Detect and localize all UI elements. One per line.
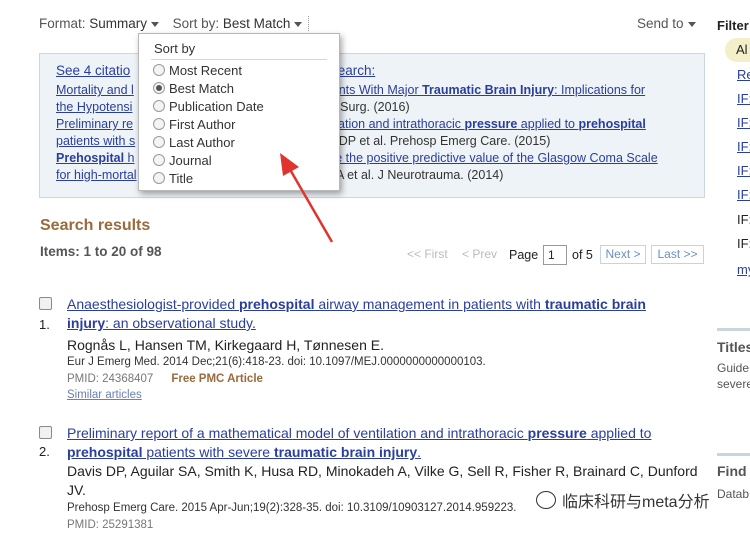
filter-item[interactable]: IF: — [737, 91, 750, 106]
filter-heading: Filter — [717, 18, 749, 33]
search-results-heading: Search results — [40, 217, 151, 234]
result-pmid: PMID: 25291381 — [67, 519, 154, 531]
result-title-link[interactable]: Preliminary report of a mathematical mod… — [67, 424, 651, 443]
result-number: 2. — [39, 444, 50, 459]
free-pmc-article-link[interactable]: Free PMC Article — [171, 373, 263, 385]
radio-icon[interactable] — [153, 64, 165, 76]
sort-menu-title: Sort by — [154, 41, 196, 56]
citation-source: r A et al. J Neurotrauma. (2014) — [329, 168, 504, 182]
page-label: Page — [509, 248, 539, 262]
sort-option-first-author[interactable]: First Author — [153, 117, 235, 132]
filter-item[interactable]: IF: — [737, 163, 750, 178]
result-checkbox[interactable] — [39, 426, 52, 439]
result-source: Prehosp Emerg Care. 2015 Apr-Jun;19(2):3… — [67, 502, 517, 514]
sort-option-best-match[interactable]: Best Match — [153, 81, 234, 96]
result-authors: Davis DP, Aguilar SA, Smith K, Husa RD, … — [67, 463, 698, 479]
filter-item[interactable]: IF: — [737, 139, 750, 154]
sort-option-most-recent[interactable]: Most Recent — [153, 63, 242, 78]
divider — [151, 59, 327, 60]
filter-item-all[interactable]: Al — [725, 38, 750, 62]
format-value: Summary — [89, 16, 148, 31]
citation-link[interactable]: ients With Major Traumatic Brain Injury:… — [329, 82, 645, 99]
result-title-link[interactable]: Anaesthesiologist-provided prehospital a… — [67, 295, 646, 314]
radio-icon[interactable] — [153, 136, 165, 148]
format-label: Format: — [39, 16, 86, 31]
filter-item[interactable]: IF: — [737, 115, 750, 130]
sort-option-journal[interactable]: Journal — [153, 153, 212, 168]
citation-link[interactable]: Mortality and l — [56, 83, 134, 97]
radio-icon[interactable] — [153, 172, 165, 184]
sort-label: Sort by: — [172, 16, 220, 31]
format-dropdown[interactable]: Format: Summary — [39, 16, 163, 31]
page-number-input[interactable]: 1 — [543, 245, 567, 265]
annotation-arrow-icon — [280, 153, 334, 243]
send-to-label: Send to — [637, 16, 684, 31]
citation-link[interactable]: patients with s — [56, 134, 135, 148]
citation-source: s DP et al. Prehosp Emerg Care. (2015) — [329, 134, 551, 148]
find-text: Datab — [717, 487, 750, 501]
citation-link[interactable]: Preliminary re — [56, 117, 133, 131]
filter-item[interactable]: IF: — [737, 236, 750, 251]
radio-icon[interactable] — [153, 154, 165, 166]
last-page-button[interactable]: Last >> — [651, 245, 704, 264]
sort-option-title[interactable]: Title — [153, 171, 193, 186]
result-source: Eur J Emerg Med. 2014 Dec;21(6):418-23. … — [67, 356, 486, 368]
result-checkbox[interactable] — [39, 297, 52, 310]
result-authors-cont: JV. — [67, 482, 86, 498]
result-authors: Rognås L, Hansen TM, Kirkegaard H, Tønne… — [67, 337, 384, 353]
divider — [717, 328, 750, 331]
citation-link[interactable]: tilation and intrathoracic pressure appl… — [329, 116, 646, 133]
similar-articles-link[interactable]: Similar articles — [67, 389, 142, 401]
find-heading: Find — [717, 463, 747, 479]
filter-item[interactable]: IF: — [737, 187, 750, 202]
radio-selected-icon[interactable] — [153, 82, 165, 94]
see-citations-link[interactable]: See 4 citatio — [56, 63, 130, 78]
filter-item[interactable]: IF: — [737, 212, 750, 227]
filter-item[interactable]: Re — [737, 67, 750, 82]
chevron-down-icon — [294, 21, 303, 27]
toolbar: Format: Summary Sort by: Best Match — [39, 16, 310, 31]
chevron-down-icon — [687, 21, 696, 27]
result-title-link[interactable]: prehospital patients with severe traumat… — [67, 443, 421, 462]
citation-link[interactable]: Prehospital h — [56, 151, 135, 165]
filter-item-my[interactable]: my — [737, 262, 750, 277]
divider — [717, 453, 750, 456]
prev-page-link[interactable]: < Prev — [462, 247, 497, 261]
result-number: 1. — [39, 317, 50, 332]
chevron-down-icon — [151, 21, 160, 27]
citation-link[interactable]: the Hypotensi — [56, 100, 132, 114]
titles-text: severe — [717, 377, 750, 391]
sort-value: Best Match — [222, 16, 291, 31]
citation-source: A Surg. (2016) — [329, 100, 410, 114]
radio-icon[interactable] — [153, 100, 165, 112]
titles-text: Guide — [717, 361, 750, 375]
sort-dropdown[interactable]: Sort by: Best Match — [172, 16, 310, 31]
page-total: of 5 — [572, 248, 593, 262]
citation-link[interactable]: se the positive predictive value of the … — [329, 150, 658, 167]
sort-option-last-author[interactable]: Last Author — [153, 135, 235, 150]
send-to-button[interactable]: Send to — [637, 16, 696, 31]
next-page-button[interactable]: Next > — [600, 245, 646, 264]
watermark: 临床科研与meta分析 — [536, 488, 710, 512]
titles-heading: Titles — [717, 339, 750, 355]
radio-icon[interactable] — [153, 118, 165, 130]
result-pmid: PMID: 24368407 Free PMC Article — [67, 373, 263, 385]
sort-option-publication-date[interactable]: Publication Date — [153, 99, 264, 114]
result-title-link[interactable]: injury: an observational study. — [67, 314, 256, 333]
wechat-icon — [536, 491, 556, 509]
items-count: Items: 1 to 20 of 98 — [40, 244, 162, 259]
citation-link[interactable]: for high-mortal — [56, 168, 137, 182]
first-page-link[interactable]: << First — [407, 247, 448, 261]
